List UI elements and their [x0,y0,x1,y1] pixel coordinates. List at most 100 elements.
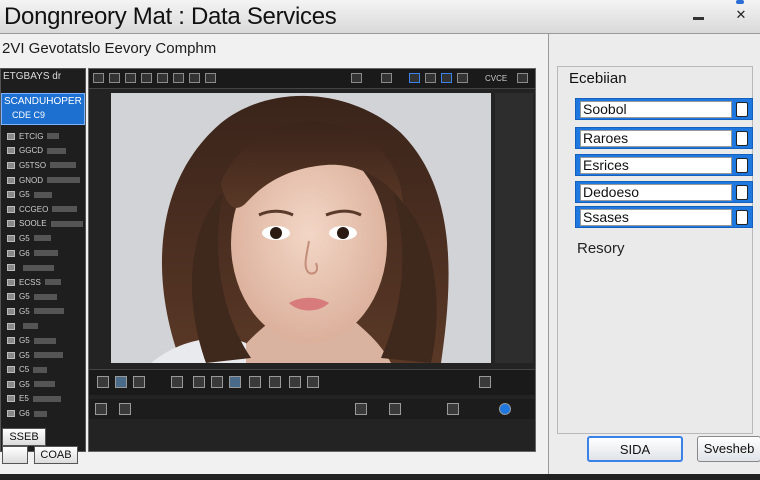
monitor-icon[interactable] [93,73,104,83]
menu-icon[interactable] [479,376,491,388]
left-panel-item[interactable]: G5 [1,348,85,363]
left-panel-item[interactable]: G5 [1,333,85,348]
left-panel-item[interactable]: ETCIG [1,129,85,144]
secondary-button[interactable]: Svesheb [697,436,760,462]
left-panel-selected-item[interactable]: SCANDUHOPER CDE C9 [1,93,85,125]
tool-icon [7,395,15,403]
layers-icon[interactable] [109,73,120,83]
cloud-icon[interactable] [171,376,183,388]
primary-button[interactable]: SIDA [587,436,683,462]
left-panel-item-label: ECSS [19,277,41,287]
left-panel-item[interactable] [1,319,85,334]
thumbnail-icon[interactable] [115,376,127,388]
layout-icon[interactable] [269,376,281,388]
value-bar [33,191,52,198]
field-4-input[interactable]: Dedoeso [580,184,732,201]
bottom-edge [0,474,760,480]
filter-icon[interactable] [205,73,216,83]
image-icon[interactable] [157,73,168,83]
left-button-2[interactable]: COAB [34,446,78,464]
dialog-field-2[interactable]: Raroes [575,127,753,149]
left-panel-item-label: GGCD [19,146,43,156]
field-5-input[interactable]: Ssases [580,209,732,226]
left-panel-item-label: C5 [19,365,30,375]
left-panel-item[interactable]: G5 [1,377,85,392]
field-5-checkbox[interactable] [736,210,748,225]
left-button-1[interactable]: SSEB [2,428,46,446]
list-icon[interactable] [193,376,205,388]
mask-icon[interactable] [355,403,367,415]
left-panel-item[interactable]: G6 [1,246,85,261]
left-panel-item[interactable]: GNOD [1,173,85,188]
left-panel-item[interactable]: CCGEO [1,202,85,217]
circle-icon[interactable] [133,376,145,388]
photo-icon[interactable] [229,376,241,388]
tool-icon [7,205,15,213]
crop-icon[interactable] [173,73,184,83]
film-icon[interactable] [97,376,109,388]
tool-icon [7,351,15,359]
text-icon[interactable] [211,376,223,388]
brush-icon[interactable] [447,403,459,415]
field-1-checkbox[interactable] [736,102,748,117]
field-2-input[interactable]: Raroes [580,130,732,147]
value-bar [33,366,48,373]
left-button-small[interactable] [2,446,28,464]
left-panel-item[interactable]: G6 [1,406,85,421]
left-panel-item[interactable]: G5 [1,304,85,319]
camera-icon[interactable] [141,73,152,83]
left-panel-item[interactable]: G5 [1,231,85,246]
zoom-out-icon[interactable] [389,403,401,415]
left-panel-item-label: G5 [19,350,30,360]
value-bar [33,381,55,388]
left-panel-item-label: SOOLE [19,219,47,229]
frame-icon[interactable] [441,73,452,83]
value-bar [33,352,63,359]
left-panel-item[interactable]: G5TSO [1,158,85,173]
photo-canvas[interactable] [111,93,491,363]
window-title: Dongnreory Mat : Data Services [4,3,337,30]
viewer-toolbar: CVCE [89,69,535,89]
left-panel-item[interactable]: E5 [1,392,85,407]
pen-icon[interactable] [351,73,362,83]
dialog-heading: Ecebiian [569,70,627,87]
adjust-icon[interactable] [189,73,200,83]
dialog-field-1[interactable]: Soobol [575,98,753,120]
field-2-checkbox[interactable] [736,131,748,146]
chart-icon[interactable] [249,376,261,388]
grid-icon[interactable] [125,73,136,83]
field-3-checkbox[interactable] [736,158,748,173]
field-1-input[interactable]: Soobol [580,101,732,118]
minimize-button[interactable] [692,8,706,22]
close-button[interactable]: ✕ [734,8,748,22]
select-icon[interactable] [409,73,420,83]
left-panel-item[interactable]: GGCD [1,144,85,159]
left-panel-item[interactable]: SOOLE [1,217,85,232]
left-panel-item[interactable] [1,260,85,275]
field-3-input[interactable]: Esrices [580,157,732,174]
frames-icon[interactable] [119,403,131,415]
export-icon[interactable] [457,73,468,83]
text-tool-icon[interactable] [307,376,319,388]
left-panel-item[interactable]: C5 [1,363,85,378]
value-bar [33,410,47,417]
portrait-photo [111,93,491,363]
value-bar [23,264,54,271]
dialog-field-5[interactable]: Ssases [575,206,753,228]
title-bar: Dongnreory Mat : Data Services ✕ [0,0,760,34]
left-panel-item[interactable]: G5 [1,187,85,202]
zoom-icon[interactable] [425,73,436,83]
tool-icon [7,278,15,286]
dialog-field-3[interactable]: Esrices [575,154,753,176]
pause-icon[interactable] [95,403,107,415]
left-panel-item[interactable]: G5 [1,290,85,305]
settings-icon[interactable] [517,73,528,83]
left-panel-item[interactable]: ECSS [1,275,85,290]
record-icon[interactable] [499,403,511,415]
value-bar [47,147,66,154]
field-4-checkbox[interactable] [736,185,748,200]
undo-icon[interactable] [381,73,392,83]
tool-icon [7,132,15,140]
bars-icon[interactable] [289,376,301,388]
dialog-field-4[interactable]: Dedoeso [575,181,753,203]
